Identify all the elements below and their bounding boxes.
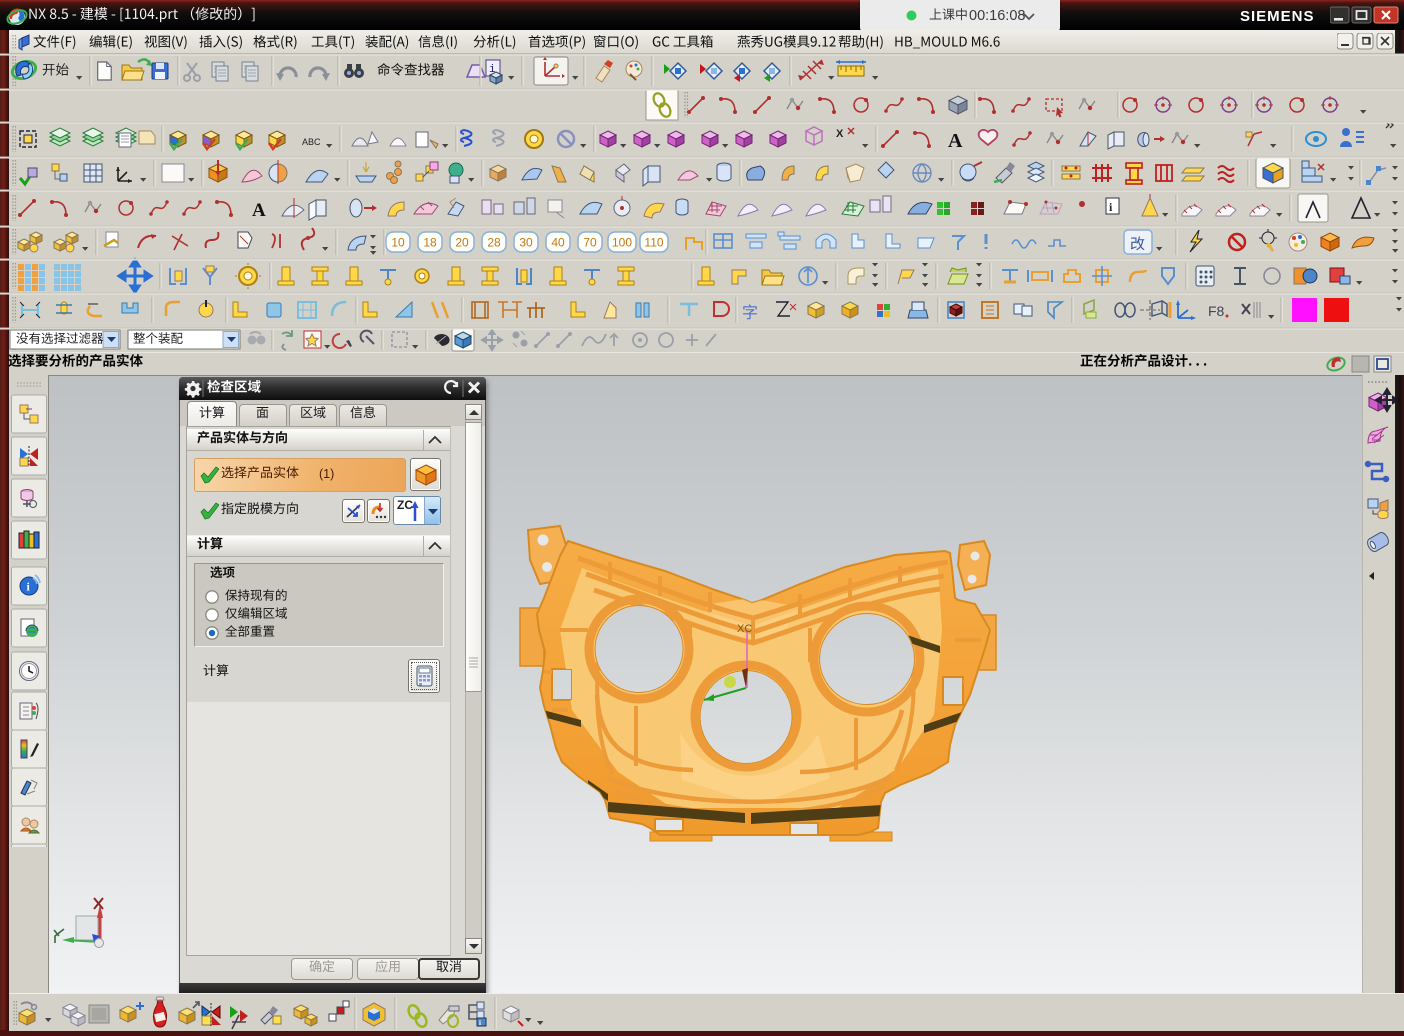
svg-text:18: 18 bbox=[423, 236, 437, 250]
svg-text:i: i bbox=[479, 1019, 481, 1027]
svg-text:30: 30 bbox=[519, 236, 533, 250]
svg-text:F8: F8 bbox=[1208, 303, 1225, 319]
svg-text:70: 70 bbox=[583, 236, 597, 250]
svg-text:100: 100 bbox=[612, 236, 632, 250]
svg-text:ABC: ABC bbox=[302, 137, 321, 147]
svg-text:A: A bbox=[948, 130, 963, 152]
svg-text:X: X bbox=[836, 128, 844, 140]
svg-text:28: 28 bbox=[487, 236, 501, 250]
svg-text:110: 110 bbox=[644, 236, 663, 250]
svg-text:40: 40 bbox=[551, 236, 565, 250]
svg-text:10: 10 bbox=[391, 236, 405, 250]
svg-text:XC: XC bbox=[737, 623, 752, 635]
svg-text:A: A bbox=[252, 200, 266, 221]
svg-text:20: 20 bbox=[455, 236, 469, 250]
